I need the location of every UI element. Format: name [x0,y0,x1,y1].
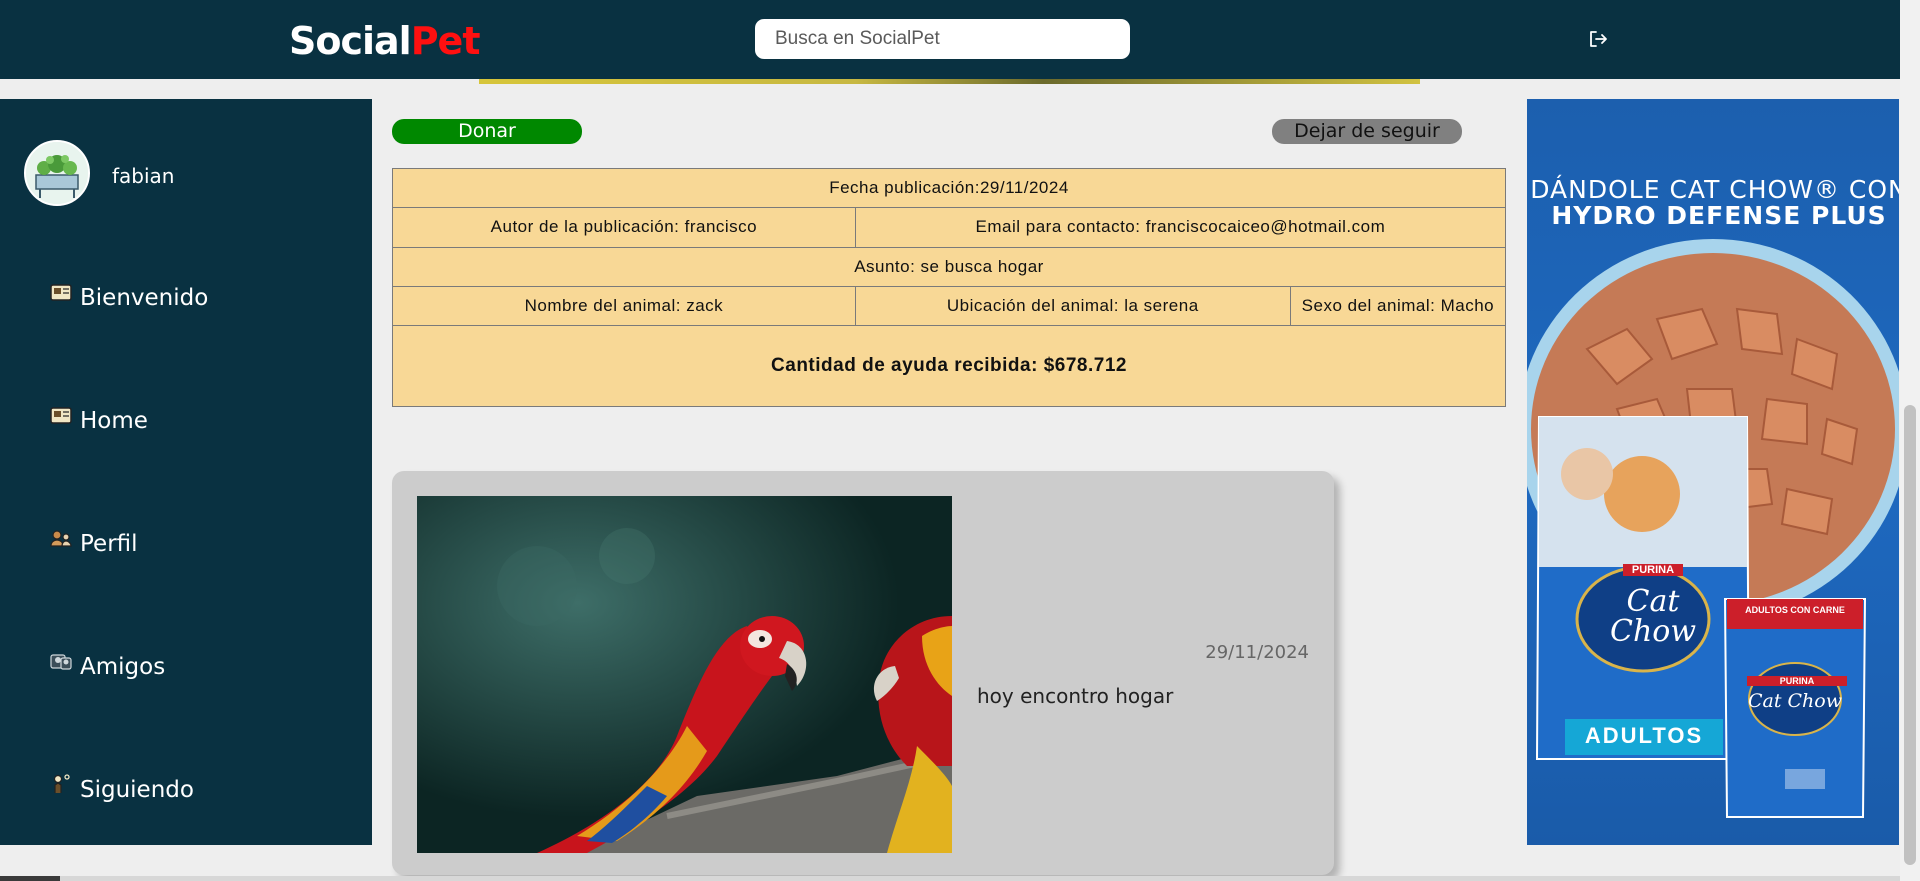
post-photo-parrots[interactable] [417,496,952,853]
publication-author: Autor de la publicación: francisco [392,207,856,248]
bottom-edge-light [60,876,1900,881]
sidebar-item-label: Amigos [80,654,166,680]
ad-pouch-label: ADULTOS CON CARNE [1745,605,1845,615]
post-card: 29/11/2024 hoy encontro hogar [392,471,1334,875]
animal-sex: Sexo del animal: Macho [1289,285,1507,327]
sidebar-item-label: Bienvenido [80,285,209,311]
app-logo[interactable]: SocialPet [289,18,480,64]
ad-product-name: Cat Chow [1609,584,1696,649]
following-icon [49,772,73,796]
avatar[interactable] [24,140,90,206]
page-scrollbar-thumb[interactable] [1904,405,1916,865]
logout-icon[interactable] [1587,28,1609,50]
header-image-strip [479,79,1420,84]
sidebar-item-amigos[interactable]: Amigos [49,649,165,685]
publication-date: Fecha publicación:29/11/2024 [392,167,1506,209]
logo-text-pet: Pet [410,19,481,63]
sidebar-item-bienvenido[interactable]: Bienvenido [49,280,208,316]
logo-text-social: Social [289,19,412,63]
username[interactable]: fabian [112,164,174,188]
sidebar-item-label: Perfil [80,531,138,557]
friends-icon [49,649,73,673]
top-navbar: SocialPet [0,0,1900,79]
ad-pouch-product: Cat Chow [1747,690,1843,712]
ad-banner-cat-chow[interactable]: DÁNDOLE CAT CHOW® CON HYDRO DEFENSE PLUS… [1527,99,1899,845]
ad-subheadline: HYDRO DEFENSE PLUS [1551,201,1887,230]
search-input[interactable] [755,19,1130,59]
sidebar-item-siguiendo[interactable]: Siguiendo [49,772,194,808]
sidebar-item-perfil[interactable]: Perfil [49,526,138,562]
publication-info-table: Fecha publicación:29/11/2024 Autor de la… [392,167,1507,407]
sidebar [0,99,372,845]
ad-pouch-brand: PURINA [1747,676,1847,686]
home-icon [49,403,73,427]
publication-subject: Asunto: se busca hogar [392,246,1506,287]
ad-headline: DÁNDOLE CAT CHOW® CON [1530,175,1899,204]
animal-name: Nombre del animal: zack [392,285,856,327]
donation-total: Cantidad de ayuda recibida: $678.712 [392,325,1506,407]
donate-button[interactable]: Donar [392,119,582,144]
animal-location: Ubicación del animal: la serena [854,285,1291,327]
profile-icon [49,526,73,550]
ad-adultos-label: ADULTOS [1584,723,1704,748]
unfollow-button[interactable]: Dejar de seguir [1272,119,1462,144]
post-text: hoy encontro hogar [977,684,1174,708]
sidebar-item-label: Home [80,408,148,434]
publication-email: Email para contacto: franciscocaiceo@hot… [854,207,1507,248]
sidebar-item-home[interactable]: Home [49,403,148,439]
welcome-icon [49,280,73,304]
post-date: 29/11/2024 [1205,642,1309,663]
sidebar-item-label: Siguiendo [80,777,194,803]
ad-brand-purina: PURINA [1623,564,1683,576]
